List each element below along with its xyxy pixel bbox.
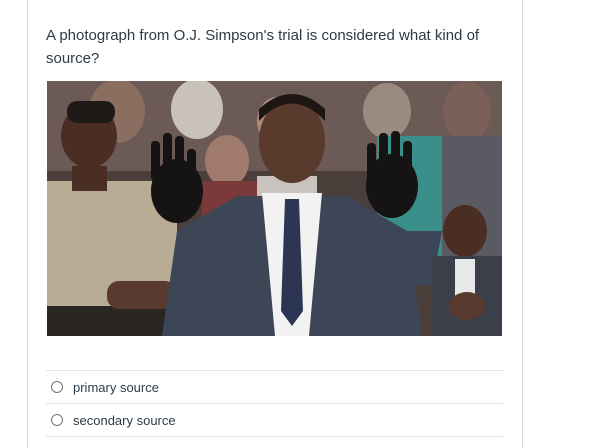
- question-text: A photograph from O.J. Simpson's trial i…: [46, 27, 480, 67]
- trial-photograph: [47, 81, 502, 336]
- answer-option-primary-source[interactable]: primary source: [46, 371, 503, 404]
- answer-options: primary source secondary source: [46, 370, 503, 437]
- trial-photo-illustration: [47, 81, 502, 336]
- answer-option-secondary-source[interactable]: secondary source: [46, 404, 503, 437]
- radio-button-icon[interactable]: [51, 414, 63, 426]
- radio-button-icon[interactable]: [51, 381, 63, 393]
- answer-label: primary source: [73, 379, 159, 395]
- answer-label: secondary source: [73, 412, 176, 428]
